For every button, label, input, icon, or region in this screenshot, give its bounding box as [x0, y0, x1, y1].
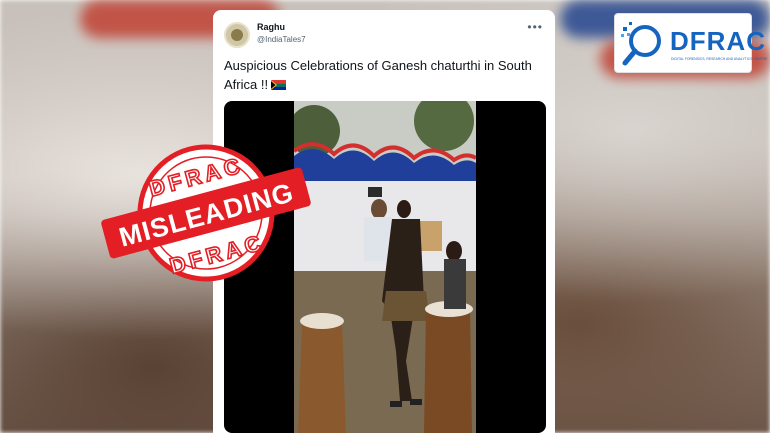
logo-subtitle: DIGITAL FORENSICS, RESEARCH AND ANALYTIC… [671, 57, 768, 61]
avatar[interactable] [224, 22, 250, 48]
display-name[interactable]: Raghu [257, 22, 285, 32]
video-frame [294, 101, 476, 433]
user-handle[interactable]: @IndiaTales7 [257, 35, 306, 44]
video-scene [294, 101, 476, 433]
avatar-image [231, 29, 243, 41]
tweet-body: Auspicious Celebrations of Ganesh chatur… [224, 56, 544, 94]
magnifier-logo-icon [621, 22, 661, 66]
dfrac-logo: DFRAC DIGITAL FORENSICS, RESEARCH AND AN… [614, 13, 767, 73]
misleading-stamp: DFRAC DFRAC MISLEADING [101, 144, 311, 282]
more-icon[interactable]: ••• [527, 20, 543, 34]
logo-text: DFRAC [670, 26, 766, 56]
south-africa-flag-icon [271, 80, 287, 90]
